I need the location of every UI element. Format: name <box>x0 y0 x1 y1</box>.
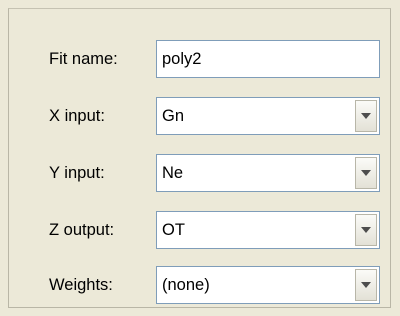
chevron-down-icon <box>361 170 371 176</box>
fit-name-field[interactable] <box>156 40 380 78</box>
x-input-dropdown-button[interactable] <box>355 100 377 132</box>
y-input-select[interactable]: Ne <box>156 154 380 192</box>
z-output-value: OT <box>162 221 185 239</box>
z-output-dropdown-button[interactable] <box>355 214 377 246</box>
weights-value: (none) <box>162 276 210 294</box>
fit-name-label: Fit name: <box>49 50 118 68</box>
chevron-down-icon <box>361 282 371 288</box>
z-output-label: Z output: <box>49 221 115 239</box>
fit-name-input[interactable] <box>162 41 362 77</box>
y-input-dropdown-button[interactable] <box>355 157 377 189</box>
fit-name-row: Fit name: <box>9 40 390 78</box>
chevron-down-icon <box>361 113 371 119</box>
chevron-down-icon <box>361 227 371 233</box>
weights-select[interactable]: (none) <box>156 266 380 304</box>
weights-row: Weights: (none) <box>9 266 390 304</box>
z-output-select[interactable]: OT <box>156 211 380 249</box>
x-input-label: X input: <box>49 107 105 125</box>
x-input-select[interactable]: Gn <box>156 97 380 135</box>
x-input-row: X input: Gn <box>9 97 390 135</box>
weights-dropdown-button[interactable] <box>355 269 377 301</box>
z-output-row: Z output: OT <box>9 211 390 249</box>
fit-settings-panel: Fit name: X input: Gn Y input: Ne <box>8 8 391 308</box>
y-input-row: Y input: Ne <box>9 154 390 192</box>
x-input-value: Gn <box>162 107 185 125</box>
weights-label: Weights: <box>49 276 113 294</box>
y-input-label: Y input: <box>49 164 105 182</box>
y-input-value: Ne <box>162 164 184 182</box>
